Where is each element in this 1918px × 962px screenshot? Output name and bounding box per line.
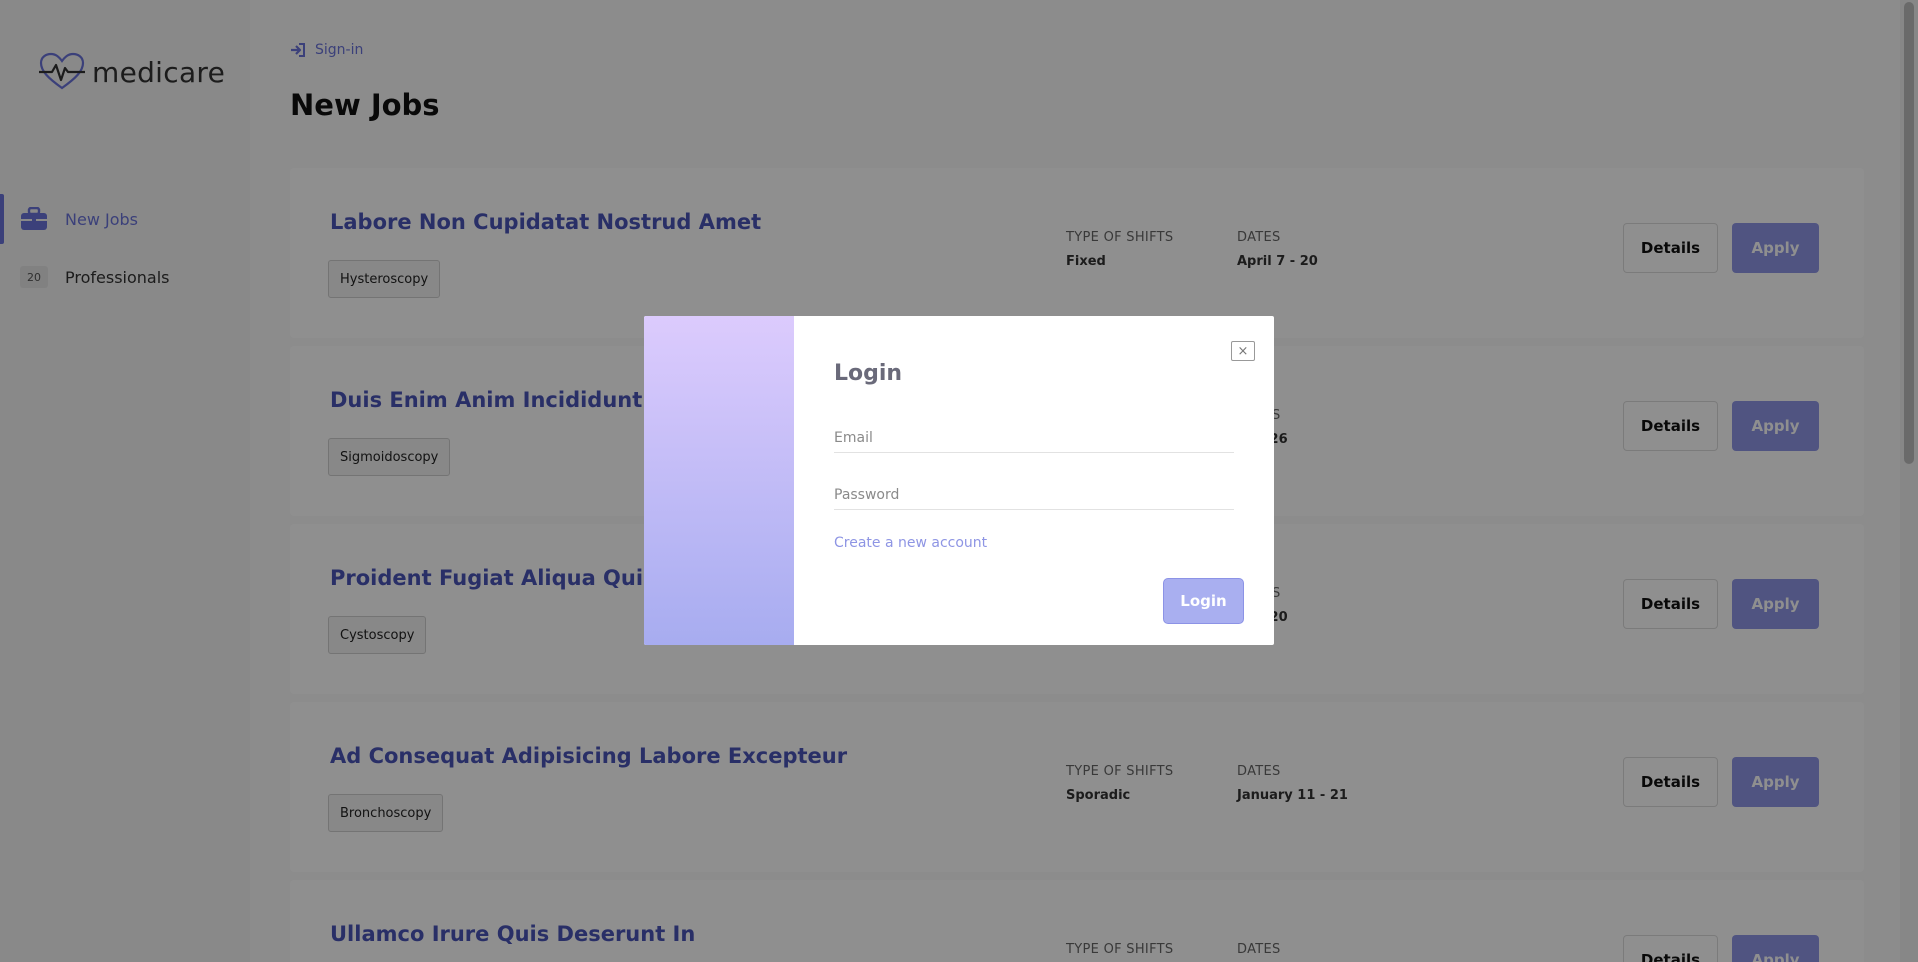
login-submit-button[interactable]: Login (1163, 578, 1244, 624)
close-button[interactable]: × (1231, 341, 1255, 361)
modal-title: Login (834, 361, 903, 386)
login-form: × Login Create a new account Login (794, 316, 1274, 645)
login-modal: × Login Create a new account Login (644, 316, 1274, 645)
modal-decorative-panel (644, 316, 794, 645)
close-icon: × (1237, 343, 1249, 359)
email-field[interactable] (834, 423, 1234, 453)
create-account-link[interactable]: Create a new account (834, 535, 987, 551)
password-field[interactable] (834, 480, 1234, 510)
